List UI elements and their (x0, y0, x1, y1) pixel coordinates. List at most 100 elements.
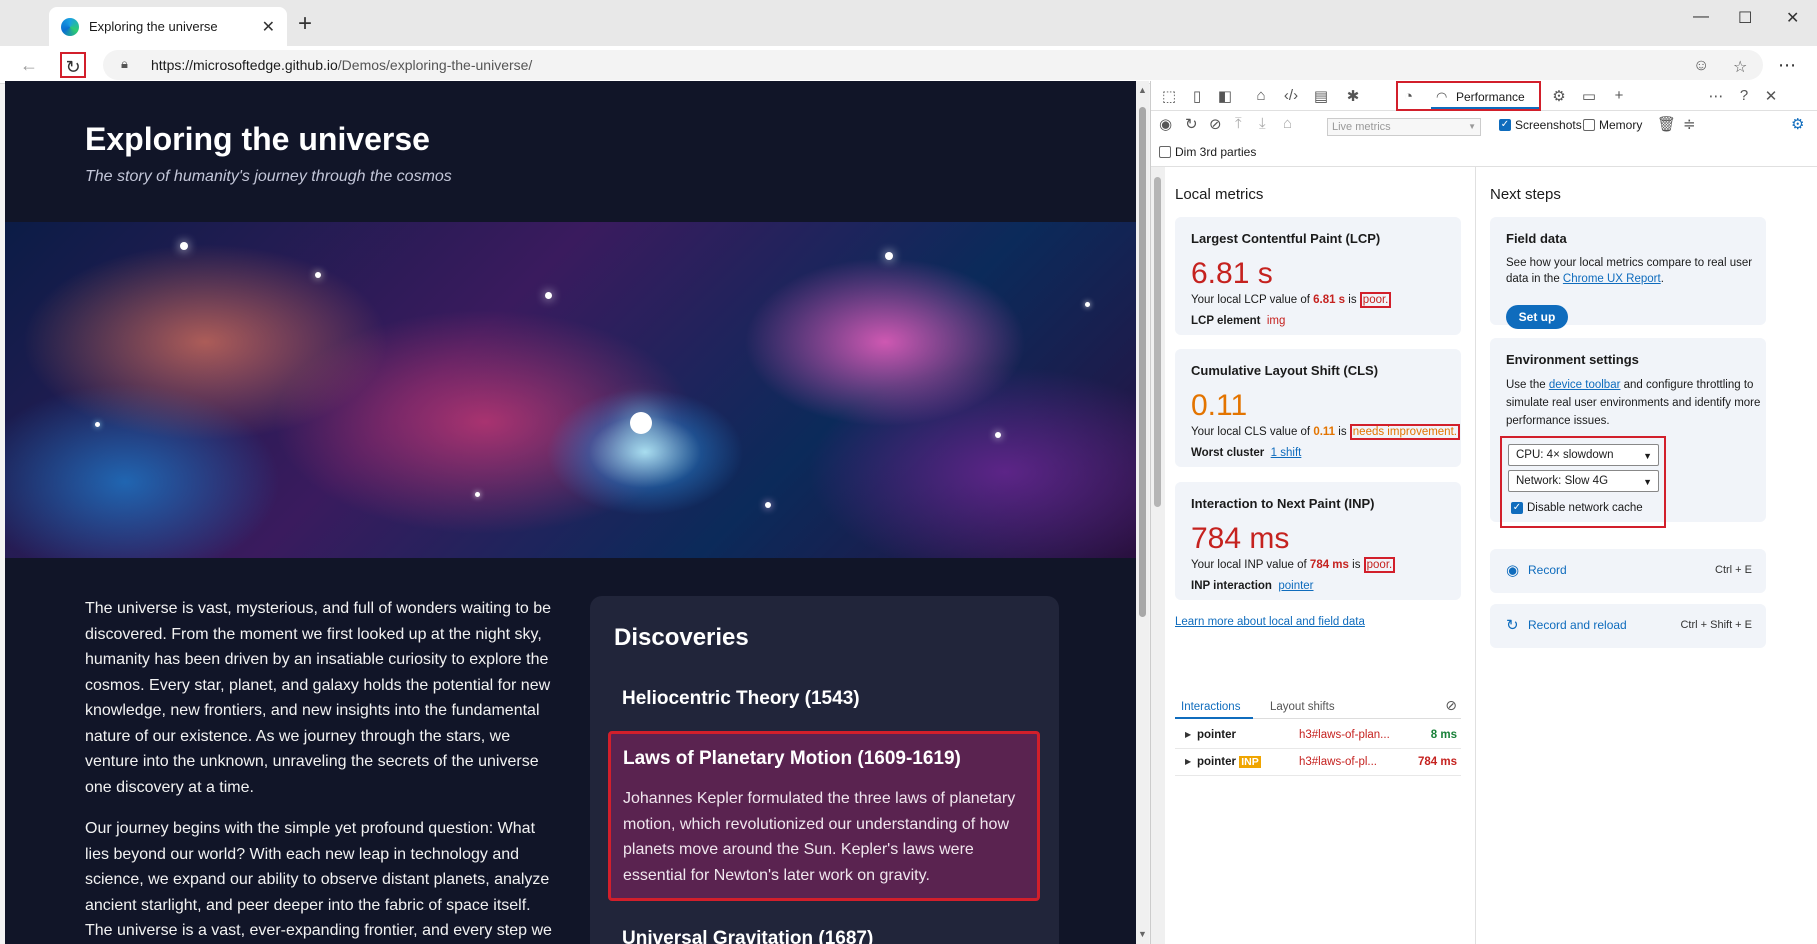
favorite-star-icon[interactable]: ☆ (1733, 57, 1747, 77)
upload-icon[interactable]: ⤒ (1235, 115, 1242, 132)
device-toolbar-link[interactable]: device toolbar (1549, 379, 1621, 391)
download-icon[interactable]: ⤓ (1259, 115, 1266, 132)
dock-sidebar-icon[interactable]: ◧ (1215, 87, 1235, 105)
more-tools-icon[interactable]: ⋯ (1706, 87, 1726, 105)
inp-interaction: INP interaction pointer (1191, 580, 1314, 592)
application-icon[interactable]: ▭ (1579, 87, 1599, 105)
interaction-duration: 8 ms (1430, 729, 1457, 741)
close-tab-icon[interactable]: ✕ (262, 17, 275, 37)
inp-rating: poor. (1363, 557, 1396, 573)
scroll-down-icon[interactable]: ▼ (1138, 929, 1147, 939)
lcp-title: Largest Contentful Paint (LCP) (1191, 231, 1381, 246)
discovery-planetary-motion[interactable]: Laws of Planetary Motion (1609-1619) Joh… (608, 731, 1040, 901)
cpu-throttling-select[interactable]: CPU: 4× slowdown ▼ (1508, 444, 1659, 466)
inp-badge: INP (1239, 756, 1261, 768)
lcp-value: 6.81 s (1191, 257, 1273, 290)
page-subtitle: The story of humanity's journey through … (85, 168, 452, 185)
memory-checkbox[interactable]: Memory (1583, 118, 1642, 132)
capture-settings-gear-icon[interactable]: ⚙ (1791, 115, 1804, 133)
new-tab-button[interactable]: + (298, 10, 312, 38)
worst-cluster-link[interactable]: 1 shift (1271, 447, 1302, 459)
setup-button[interactable]: Set up (1506, 305, 1568, 329)
page-scrollbar[interactable]: ▲ ▼ (1136, 81, 1149, 944)
record-card[interactable]: ◉ Record Ctrl + E (1490, 549, 1766, 593)
clear-interactions-icon[interactable]: ⊘ (1445, 697, 1457, 714)
close-window-button[interactable]: ✕ (1786, 8, 1799, 28)
scrollbar-thumb[interactable] (1139, 107, 1146, 617)
home-icon[interactable]: ⌂ (1283, 115, 1292, 132)
back-button[interactable]: ← (16, 52, 42, 78)
learn-more-link[interactable]: Learn more about local and field data (1175, 616, 1365, 628)
cls-card: Cumulative Layout Shift (CLS) 0.11 Your … (1175, 349, 1461, 467)
scrollbar-thumb[interactable] (1154, 177, 1161, 507)
record-button[interactable]: Record (1528, 563, 1567, 577)
checkbox-unchecked-icon[interactable] (1583, 119, 1595, 131)
discovery-heliocentric[interactable]: Heliocentric Theory (1543) (622, 688, 860, 710)
scroll-up-icon[interactable]: ▲ (1138, 85, 1147, 95)
interaction-selector[interactable]: h3#laws-of-plan... (1299, 729, 1390, 741)
tab-interactions[interactable]: Interactions (1181, 701, 1240, 713)
cls-title: Cumulative Layout Shift (CLS) (1191, 363, 1379, 378)
interactions-tabs: Interactions Layout shifts ⊘ (1175, 697, 1461, 719)
tab-performance[interactable]: ◔ ◠ Performance (1396, 81, 1541, 111)
lcp-rating: poor. (1359, 292, 1392, 308)
close-devtools-icon[interactable]: ✕ (1761, 87, 1781, 105)
maximize-button[interactable]: ☐ (1738, 8, 1752, 28)
record-icon[interactable]: ◉ (1506, 561, 1519, 579)
add-tool-icon[interactable]: + (1609, 87, 1629, 104)
welcome-home-icon[interactable]: ⌂ (1251, 87, 1271, 104)
console-icon[interactable]: ▤ (1311, 87, 1331, 105)
reload-record-icon[interactable]: ↻ (1506, 616, 1519, 634)
elements-icon[interactable]: ‹/› (1281, 87, 1301, 104)
clear-icon[interactable]: ⊘ (1209, 115, 1222, 133)
minimize-button[interactable]: — (1693, 8, 1709, 26)
discovery-gravitation[interactable]: Universal Gravitation (1687) (622, 928, 873, 944)
settings-gear-icon[interactable]: ⚙ (1549, 87, 1569, 105)
cls-rating: needs improvement. (1349, 424, 1460, 440)
url-text[interactable]: https://microsoftedge.github.io/Demos/ex… (151, 57, 532, 73)
refresh-button[interactable]: ↻ (60, 52, 86, 78)
tab-layout-shifts[interactable]: Layout shifts (1270, 701, 1335, 713)
environment-settings-title: Environment settings (1506, 352, 1639, 367)
devtools-scrollbar[interactable] (1151, 167, 1165, 944)
settings-more-button[interactable]: ⋯ (1774, 52, 1800, 78)
expand-triangle-icon[interactable]: ▶ (1185, 730, 1191, 739)
discovery-title[interactable]: Laws of Planetary Motion (1609-1619) (623, 748, 1025, 770)
browser-essentials-icon[interactable]: ☺ (1693, 57, 1709, 75)
record-reload-card[interactable]: ↻ Record and reload Ctrl + Shift + E (1490, 604, 1766, 648)
sources-bug-icon[interactable]: ✱ (1343, 87, 1363, 105)
discoveries-heading: Discoveries (614, 624, 749, 651)
field-data-title: Field data (1506, 231, 1567, 246)
dim-3rd-parties-checkbox[interactable]: Dim 3rd parties (1159, 145, 1256, 159)
checkbox-checked-icon[interactable]: ✓ (1511, 502, 1523, 514)
checkbox-checked-icon[interactable]: ✓ (1499, 119, 1511, 131)
url-field[interactable]: 🔒︎ https://microsoftedge.github.io/Demos… (103, 50, 1763, 80)
network-throttling-select[interactable]: Network: Slow 4G ▼ (1508, 470, 1659, 492)
checkbox-unchecked-icon[interactable] (1159, 146, 1171, 158)
interaction-selector[interactable]: h3#laws-of-pl... (1299, 756, 1377, 768)
collapse-icon[interactable]: ≑ (1683, 115, 1696, 133)
record-and-reload-button[interactable]: Record and reload (1528, 618, 1627, 632)
interaction-row[interactable]: ▶ pointer h3#laws-of-plan... 8 ms (1175, 723, 1461, 749)
lock-icon[interactable]: 🔒︎ (121, 56, 128, 72)
chrome-ux-report-link[interactable]: Chrome UX Report (1563, 273, 1661, 285)
device-emulation-icon[interactable]: ▯ (1187, 87, 1207, 105)
trash-icon[interactable]: 🗑︎ (1657, 115, 1676, 133)
network-warning-icon[interactable]: ◔ (1404, 88, 1413, 105)
page-title: Exploring the universe (85, 121, 430, 157)
record-icon[interactable]: ◉ (1159, 115, 1172, 133)
inspect-icon[interactable]: ⬚ (1159, 87, 1179, 105)
help-icon[interactable]: ? (1734, 87, 1754, 104)
performance-tab-label[interactable]: Performance (1456, 90, 1525, 104)
reload-record-icon[interactable]: ↻ (1185, 115, 1198, 133)
interaction-row[interactable]: ▶ pointer INP h3#laws-of-pl... 784 ms (1175, 750, 1461, 776)
browser-tab[interactable]: Exploring the universe ✕ (49, 7, 287, 46)
performance-toolbar: ◉ ↻ ⊘ ⤒ ⤓ ⌂ Live metrics ▼ ✓ Screenshots … (1151, 111, 1817, 167)
disable-cache-checkbox[interactable]: ✓ Disable network cache (1511, 502, 1643, 514)
screenshots-checkbox[interactable]: ✓ Screenshots (1499, 118, 1582, 132)
lcp-element-link[interactable]: img (1267, 315, 1286, 327)
expand-triangle-icon[interactable]: ▶ (1185, 757, 1191, 766)
inp-interaction-link[interactable]: pointer (1278, 580, 1313, 592)
live-metrics-select[interactable]: Live metrics ▼ (1327, 118, 1481, 136)
web-page: Exploring the universe The story of huma… (5, 81, 1136, 944)
